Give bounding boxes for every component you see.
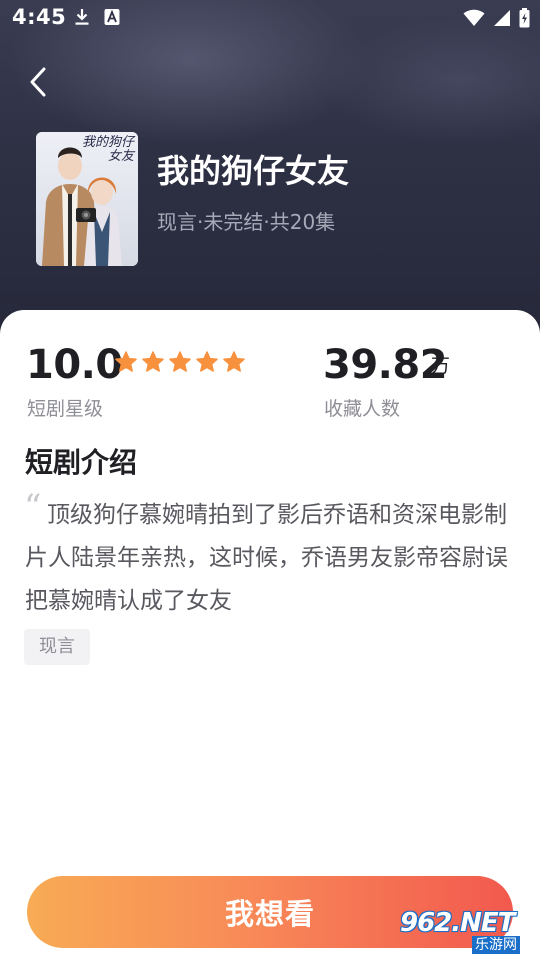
rating-value: 10.0 xyxy=(26,342,123,388)
star-icon xyxy=(168,350,192,378)
rating-stars xyxy=(114,350,246,378)
poster-title: 我的狗仔女友 xyxy=(81,135,134,164)
watermark-sub: 乐游网 xyxy=(472,936,520,954)
synopsis-text: 顶级狗仔慕婉晴拍到了影后乔语和资深电影制片人陆景年亲热，这时候，乔语男友影帝容尉… xyxy=(25,502,508,614)
battery-icon xyxy=(519,8,530,32)
status-left-icons xyxy=(74,8,120,30)
status-bar: 4:45 xyxy=(0,0,540,36)
favorites-unit: 万 xyxy=(431,355,451,377)
back-button[interactable] xyxy=(20,64,56,104)
star-icon xyxy=(195,350,219,378)
status-time: 4:45 xyxy=(12,5,67,29)
star-icon xyxy=(222,350,246,378)
section-title-intro: 短剧介绍 xyxy=(25,446,138,479)
favorites-value: 39.82 xyxy=(323,342,448,388)
chevron-left-icon xyxy=(28,67,48,101)
status-right-icons xyxy=(463,8,530,32)
a-badge-icon xyxy=(104,8,120,30)
star-icon xyxy=(114,350,138,378)
site-watermark: 962.NET 乐游网 xyxy=(400,908,536,956)
star-icon xyxy=(141,350,165,378)
drama-title: 我的狗仔女友 xyxy=(157,152,350,190)
rating-label: 短剧星级 xyxy=(27,398,104,420)
drama-meta: 现言·未完结·共20集 xyxy=(157,210,336,234)
download-icon xyxy=(74,8,90,30)
watermark-main: 962.NET xyxy=(400,908,515,938)
genre-tag[interactable]: 现言 xyxy=(24,629,90,665)
drama-poster[interactable]: 我的狗仔女友 xyxy=(36,132,138,266)
favorites-label: 收藏人数 xyxy=(324,398,401,420)
signal-icon xyxy=(493,9,511,31)
wifi-icon xyxy=(463,9,485,31)
